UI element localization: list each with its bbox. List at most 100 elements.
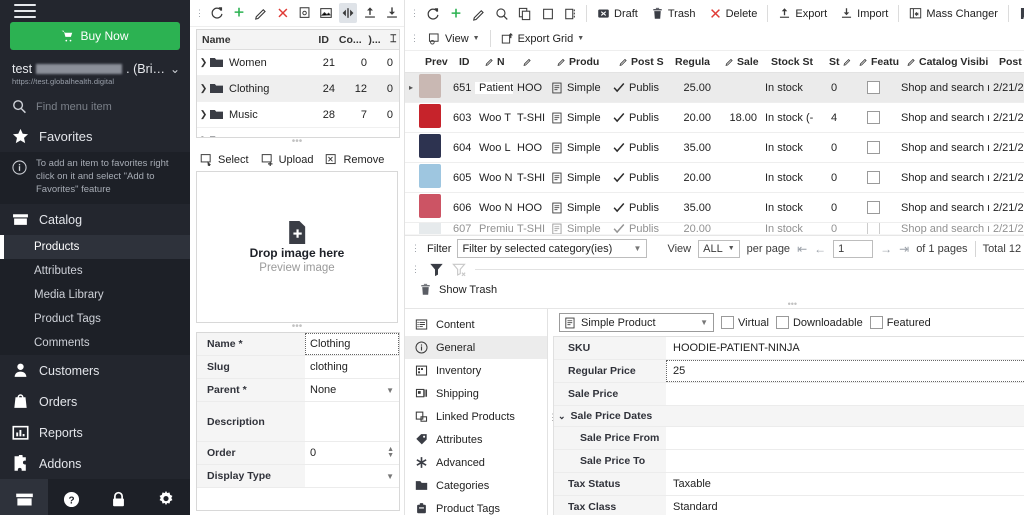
show-trash-row[interactable]: Show Trash: [405, 279, 1024, 301]
regular-price[interactable]: 35.00: [665, 202, 715, 214]
expand-arrow-icon[interactable]: ❯: [197, 57, 210, 68]
editor-tab-product-tags[interactable]: Product Tags: [405, 497, 547, 515]
sale-price[interactable]: 18.00: [715, 112, 761, 124]
upload-image-button[interactable]: Upload: [261, 153, 313, 166]
sidebar-item-reports[interactable]: Reports: [0, 417, 190, 448]
buy-now-button[interactable]: Buy Now: [10, 22, 180, 50]
refresh-button[interactable]: [423, 4, 443, 24]
apply-filter-button[interactable]: [429, 262, 444, 277]
featured-checkbox-row[interactable]: Featured: [869, 316, 931, 329]
product-name[interactable]: Woo N: [475, 202, 513, 214]
editor-tab-linked-products[interactable]: Linked Products: [405, 405, 547, 428]
column-name[interactable]: Name: [197, 34, 306, 46]
detail-sale-price-to-field[interactable]: ▼: [666, 450, 1024, 472]
toolbar-grip[interactable]: ⋮: [409, 243, 421, 254]
chevron-down-icon[interactable]: ⌄: [558, 411, 566, 422]
category-display-type-select[interactable]: ▼: [305, 465, 399, 487]
featured-checkbox[interactable]: [866, 201, 880, 214]
column-count[interactable]: Co...: [334, 34, 363, 46]
prev-page-button[interactable]: ←: [814, 242, 826, 256]
editor-tab-attributes[interactable]: Attributes: [405, 428, 547, 451]
stock-qty[interactable]: 4: [819, 112, 849, 124]
featured-cell[interactable]: [849, 141, 897, 154]
product-sku[interactable]: T-SHI: [513, 172, 547, 184]
mass-changer-button[interactable]: ✱ Mass Changer: [904, 4, 1003, 24]
virtual-checkbox-row[interactable]: Virtual: [721, 316, 769, 329]
category-name-input[interactable]: Clothing: [305, 333, 399, 355]
featured-checkbox[interactable]: [866, 223, 880, 234]
product-name[interactable]: Premiu: [475, 223, 513, 234]
regular-price[interactable]: 35.00: [665, 142, 715, 154]
select-image-button[interactable]: Select: [200, 153, 249, 166]
edit-category-button[interactable]: [252, 3, 271, 23]
stock-status[interactable]: In stock: [761, 142, 819, 154]
refresh-button[interactable]: [208, 3, 227, 23]
product-sku[interactable]: T-SHI: [513, 223, 547, 234]
sidebar-item-attributes[interactable]: Attributes: [0, 259, 190, 283]
featured-checkbox[interactable]: [866, 111, 880, 124]
detail-regular-price-field[interactable]: 25▼: [666, 360, 1024, 382]
expand-arrow-icon[interactable]: ❯: [197, 83, 210, 94]
duplicate-button[interactable]: [561, 4, 581, 24]
post-status[interactable]: Publis: [609, 112, 665, 124]
featured-cell[interactable]: [849, 171, 897, 184]
downloadable-checkbox-row[interactable]: Downloadable: [775, 316, 863, 329]
editor-tab-content[interactable]: Content: [405, 313, 547, 336]
table-row[interactable]: 607 Premiu T-SHI Simple Publis 20.00 In stock 0…: [405, 223, 1024, 235]
post-status[interactable]: Publis: [609, 202, 665, 214]
table-row[interactable]: 604 Woo L HOO Simple Publis 35.00 In stock 0 Sho…: [405, 133, 1024, 163]
product-type[interactable]: Simple: [547, 82, 609, 94]
editor-splitter[interactable]: [548, 309, 557, 515]
stock-qty[interactable]: 0: [819, 202, 849, 214]
stock-qty[interactable]: 0: [819, 82, 849, 94]
editor-tab-inventory[interactable]: Inventory: [405, 359, 547, 382]
column-post-date[interactable]: Post Date: [995, 56, 1024, 68]
column-product-type[interactable]: Produ: [553, 56, 615, 68]
product-type[interactable]: Simple: [547, 172, 609, 184]
column-name[interactable]: N: [481, 56, 519, 68]
footer-settings-button[interactable]: [143, 479, 190, 515]
category-description-input[interactable]: [305, 402, 399, 441]
import-button[interactable]: Import: [835, 4, 893, 24]
product-sku[interactable]: HOO: [513, 82, 547, 94]
export-grid-button[interactable]: Export Grid ▼: [496, 29, 590, 49]
regular-price[interactable]: 20.00: [665, 172, 715, 184]
product-type[interactable]: Simple: [547, 142, 609, 154]
paste-button[interactable]: [538, 4, 558, 24]
stock-status[interactable]: In stock: [761, 223, 819, 234]
column-sale-price[interactable]: Sale: [721, 56, 767, 68]
download-button[interactable]: [382, 3, 401, 23]
site-switcher[interactable]: test . (Bri… ⌄ https://test.globalhealth…: [0, 58, 190, 92]
editor-tab-categories[interactable]: Categories: [405, 474, 547, 497]
featured-cell[interactable]: [849, 111, 897, 124]
featured-checkbox[interactable]: [866, 81, 880, 94]
view-menu-button[interactable]: View ▼: [423, 29, 485, 49]
stock-qty[interactable]: 0: [819, 172, 849, 184]
spinner-icon[interactable]: ▲ ▼: [387, 446, 394, 459]
sidebar-item-catalog[interactable]: Catalog: [0, 204, 190, 235]
product-name[interactable]: Woo N: [475, 172, 513, 184]
column-stock-qty[interactable]: St: [825, 56, 855, 68]
footer-lock-button[interactable]: [95, 479, 142, 515]
search-products-button[interactable]: [492, 4, 512, 24]
sidebar-item-favorites[interactable]: Favorites: [0, 121, 190, 152]
column-extra[interactable]: )...: [363, 34, 385, 46]
column-sort-indicator[interactable]: ⌶: [385, 33, 399, 46]
add-category-button[interactable]: [230, 3, 249, 23]
editor-tab-general[interactable]: General: [405, 336, 547, 359]
post-date[interactable]: 2/21/2022 5:08:: [989, 202, 1024, 214]
category-filter-select[interactable]: Filter by selected category(ies) ▼: [457, 239, 648, 258]
delete-category-button[interactable]: [273, 3, 292, 23]
preview-button[interactable]: [295, 3, 314, 23]
sidebar-item-media-library[interactable]: Media Library: [0, 283, 190, 307]
sidebar-item-customers[interactable]: Customers: [0, 355, 190, 386]
column-preview[interactable]: Prev: [421, 56, 455, 68]
category-order-stepper[interactable]: 0 ▲ ▼: [305, 442, 399, 464]
stock-status[interactable]: In stock: [761, 172, 819, 184]
product-name[interactable]: Patient: [475, 81, 513, 94]
next-page-button[interactable]: →: [880, 242, 892, 256]
catalog-visibility[interactable]: Shop and search re: [897, 82, 989, 94]
stock-status[interactable]: In stock: [761, 202, 819, 214]
trash-button[interactable]: Trash: [646, 4, 701, 24]
tree-row[interactable]: ❯ Clothing 24 12 0: [197, 76, 399, 102]
